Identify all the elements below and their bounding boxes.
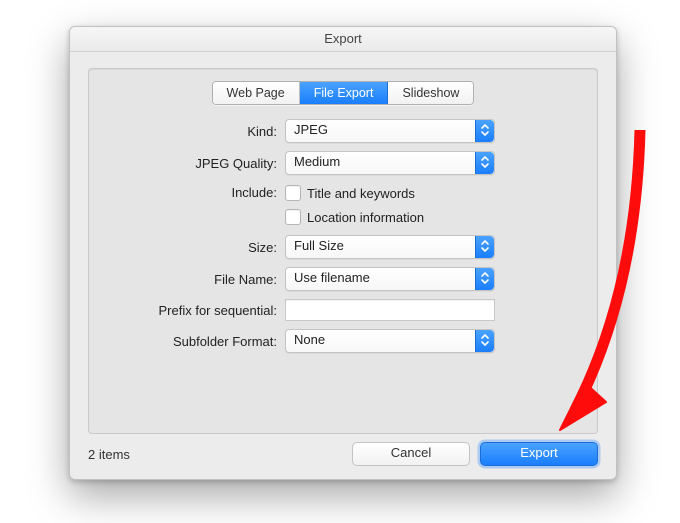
include-location-label: Location information bbox=[307, 210, 424, 225]
export-dialog: Export Web Page File Export Slideshow Ki… bbox=[69, 26, 617, 480]
items-count: 2 items bbox=[88, 447, 130, 462]
export-button[interactable]: Export bbox=[480, 442, 598, 466]
subfolder-label: Subfolder Format: bbox=[105, 334, 285, 349]
filename-value: Use filename bbox=[294, 270, 370, 285]
include-title-keywords-label: Title and keywords bbox=[307, 186, 415, 201]
filename-select[interactable]: Use filename bbox=[285, 267, 495, 291]
filename-label: File Name: bbox=[105, 272, 285, 287]
kind-value: JPEG bbox=[294, 122, 328, 137]
include-location-checkbox[interactable] bbox=[285, 209, 301, 225]
include-title-keywords-checkbox[interactable] bbox=[285, 185, 301, 201]
chevrons-icon bbox=[475, 268, 494, 290]
tab-bar: Web Page File Export Slideshow bbox=[105, 81, 581, 105]
cancel-button[interactable]: Cancel bbox=[352, 442, 470, 466]
size-value: Full Size bbox=[294, 238, 344, 253]
tab-web-page[interactable]: Web Page bbox=[213, 82, 300, 104]
size-label: Size: bbox=[105, 240, 285, 255]
chevrons-icon bbox=[475, 120, 494, 142]
chevrons-icon bbox=[475, 152, 494, 174]
prefix-input[interactable] bbox=[285, 299, 495, 321]
chevrons-icon bbox=[475, 330, 494, 352]
subfolder-value: None bbox=[294, 332, 325, 347]
subfolder-select[interactable]: None bbox=[285, 329, 495, 353]
dialog-footer: 2 items Cancel Export bbox=[88, 442, 598, 466]
window-title: Export bbox=[70, 27, 616, 52]
tab-slideshow[interactable]: Slideshow bbox=[388, 82, 473, 104]
dialog-content: Web Page File Export Slideshow Kind: JPE… bbox=[70, 52, 616, 480]
chevrons-icon bbox=[475, 236, 494, 258]
size-select[interactable]: Full Size bbox=[285, 235, 495, 259]
prefix-label: Prefix for sequential: bbox=[105, 303, 285, 318]
quality-value: Medium bbox=[294, 154, 340, 169]
include-label: Include: bbox=[105, 183, 285, 200]
kind-label: Kind: bbox=[105, 124, 285, 139]
quality-select[interactable]: Medium bbox=[285, 151, 495, 175]
kind-select[interactable]: JPEG bbox=[285, 119, 495, 143]
options-panel: Web Page File Export Slideshow Kind: JPE… bbox=[88, 68, 598, 434]
quality-label: JPEG Quality: bbox=[105, 156, 285, 171]
tab-file-export[interactable]: File Export bbox=[300, 82, 389, 104]
tab-bar-inner: Web Page File Export Slideshow bbox=[212, 81, 475, 105]
